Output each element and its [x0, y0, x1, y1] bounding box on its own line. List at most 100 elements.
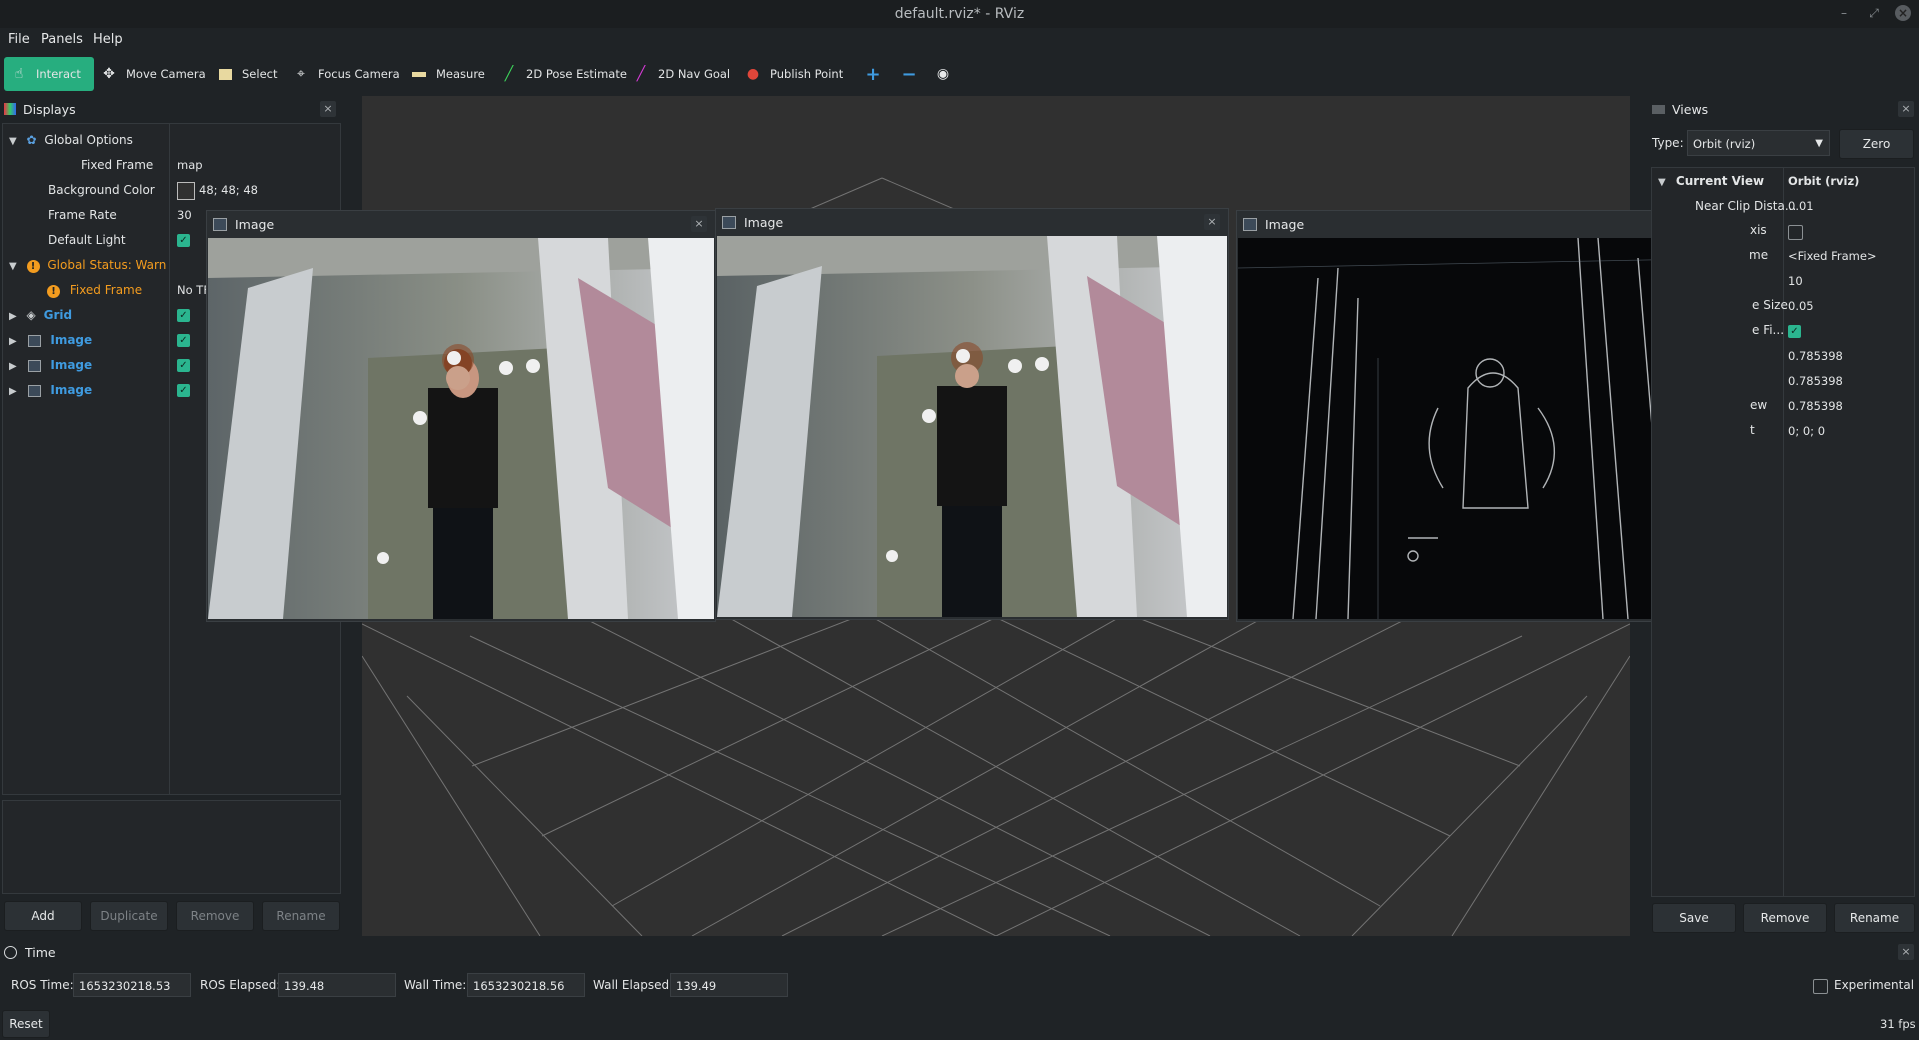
row-label: Grid — [43, 308, 73, 322]
close-image-window-icon[interactable]: × — [691, 216, 707, 232]
view-prop-label: Near Clip Dista... — [1695, 199, 1797, 213]
close-time-icon[interactable]: × — [1898, 944, 1914, 960]
experimental-label: Experimental — [1834, 978, 1915, 992]
experimental-checkbox[interactable] — [1813, 979, 1828, 994]
tool-2d-nav-goal[interactable]: ╱ 2D Nav Goal — [626, 57, 736, 91]
toggle-tools-button[interactable]: ◉ — [928, 57, 966, 91]
row-label: Global Options — [44, 133, 133, 147]
crosshair-icon: ⌖ — [297, 66, 305, 82]
remove-display-button[interactable]: Remove — [176, 901, 254, 931]
expand-icon[interactable]: ▼ — [9, 261, 17, 272]
expand-icon[interactable]: ▼ — [1658, 177, 1666, 188]
tree-row-image-3[interactable]: ▶ Image — [9, 378, 92, 403]
image-window-2[interactable]: Image × — [715, 208, 1229, 620]
minimize-icon[interactable]: – — [1836, 5, 1852, 21]
view-type-select[interactable]: Orbit (rviz) ▼ — [1687, 130, 1830, 156]
tool-focus-camera[interactable]: ⌖ Focus Camera — [286, 57, 406, 91]
close-window-icon[interactable]: × — [1895, 5, 1911, 21]
image-window-1[interactable]: Image × — [206, 210, 716, 622]
row-label: Image — [50, 358, 93, 372]
image-3-checkbox[interactable]: ✓ — [177, 384, 190, 397]
tool-label: Interact — [36, 67, 81, 81]
expand-icon[interactable]: ▶ — [9, 336, 17, 347]
tool-measure[interactable]: Measure — [404, 57, 491, 91]
tree-row-grid[interactable]: ▶ ◈ Grid — [9, 303, 72, 328]
wall-elapsed-field[interactable]: 139.49 — [670, 973, 788, 997]
close-image-window-icon[interactable]: × — [1204, 214, 1220, 230]
image-icon — [722, 215, 736, 229]
ros-elapsed-field[interactable]: 139.48 — [278, 973, 396, 997]
prop-fixed-frame-value[interactable]: map — [177, 153, 203, 178]
tool-move-camera[interactable]: ✥ Move Camera — [94, 57, 212, 91]
view-prop-value[interactable]: 0.785398 — [1788, 369, 1843, 394]
prop-default-light-label: Default Light — [48, 233, 126, 247]
duplicate-display-button[interactable]: Duplicate — [90, 901, 168, 931]
plus-icon: + — [865, 63, 881, 85]
add-tool-button[interactable]: + — [858, 57, 896, 91]
close-views-icon[interactable]: × — [1898, 101, 1914, 117]
displays-title: Displays — [23, 101, 76, 117]
prop-background-color-value[interactable]: 48; 48; 48 — [177, 178, 258, 203]
color-swatch[interactable] — [177, 181, 195, 200]
tool-publish-point[interactable]: ● Publish Point — [738, 57, 849, 91]
display-description-box — [2, 800, 341, 894]
tree-row-image-2[interactable]: ▶ Image — [9, 353, 92, 378]
view-prop-value[interactable]: 0.01 — [1788, 194, 1814, 219]
view-type-value: Orbit (rviz) — [1693, 137, 1756, 151]
add-display-button[interactable]: Add — [4, 901, 82, 931]
move-arrows-icon: ✥ — [103, 66, 115, 82]
view-prop-label-partial: t — [1750, 423, 1755, 437]
expand-icon[interactable]: ▶ — [9, 361, 17, 372]
menu-help[interactable]: Help — [93, 32, 123, 47]
remove-tool-button[interactable]: − — [894, 57, 932, 91]
image-1-checkbox[interactable]: ✓ — [177, 334, 190, 347]
close-displays-icon[interactable]: × — [320, 101, 336, 117]
tree-row-global-status[interactable]: ▼ ! Global Status: Warn — [9, 253, 166, 278]
tool-select[interactable]: Select — [210, 57, 283, 91]
view-prop-value[interactable]: 0.785398 — [1788, 394, 1843, 419]
image-2-checkbox[interactable]: ✓ — [177, 359, 190, 372]
expand-icon[interactable]: ▶ — [9, 386, 17, 397]
view-prop-value[interactable]: 0; 0; 0 — [1788, 419, 1825, 444]
tool-label: Move Camera — [126, 67, 206, 81]
ros-time-field[interactable]: 1653230218.53 — [73, 973, 191, 997]
view-prop-value[interactable]: 0.785398 — [1788, 344, 1843, 369]
view-prop-label-partial: me — [1749, 248, 1769, 262]
view-checkbox-unchecked[interactable] — [1788, 225, 1803, 240]
remove-view-button[interactable]: Remove — [1743, 903, 1827, 933]
view-checkbox-checked[interactable]: ✓ — [1788, 325, 1801, 338]
reset-button[interactable]: Reset — [2, 1010, 50, 1038]
views-tree[interactable]: ▼ Current View Orbit (rviz) Near Clip Di… — [1651, 167, 1915, 897]
menu-file[interactable]: File — [8, 32, 30, 47]
rename-display-button[interactable]: Rename — [262, 901, 340, 931]
displays-panel-header: Displays — [4, 97, 340, 121]
image-window-header[interactable]: Image — [207, 211, 715, 237]
row-label: Image — [50, 333, 93, 347]
current-view-row[interactable]: ▼ Current View — [1658, 169, 1764, 194]
tool-label: Publish Point — [770, 67, 844, 81]
maximize-icon[interactable]: ⤢ — [1866, 5, 1882, 21]
menu-panels[interactable]: Panels — [41, 32, 83, 47]
wall-time-field[interactable]: 1653230218.56 — [467, 973, 585, 997]
view-prop-value[interactable]: 10 — [1788, 269, 1803, 294]
expand-icon[interactable]: ▼ — [9, 136, 17, 147]
rename-view-button[interactable]: Rename — [1834, 903, 1915, 933]
tool-2d-pose-estimate[interactable]: ╱ 2D Pose Estimate — [494, 57, 633, 91]
prop-frame-rate-value[interactable]: 30 — [177, 203, 192, 228]
tree-row-image-1[interactable]: ▶ Image — [9, 328, 92, 353]
save-view-button[interactable]: Save — [1652, 903, 1736, 933]
warning-icon: ! — [47, 285, 60, 298]
prop-background-color-label: Background Color — [48, 183, 155, 197]
zero-button[interactable]: Zero — [1839, 129, 1914, 159]
view-prop-value[interactable]: <Fixed Frame> — [1788, 244, 1877, 269]
default-light-checkbox[interactable]: ✓ — [177, 234, 190, 247]
grid-checkbox[interactable]: ✓ — [177, 309, 190, 322]
view-prop-value[interactable]: 0.05 — [1788, 294, 1814, 319]
select-rect-icon — [214, 68, 236, 80]
image-window-title: Image — [744, 214, 784, 230]
view-prop-label-partial: xis — [1750, 223, 1767, 237]
tree-row-global-options[interactable]: ▼ ✿ Global Options — [9, 128, 133, 153]
expand-icon[interactable]: ▶ — [9, 311, 17, 322]
image-window-header[interactable]: Image — [716, 209, 1228, 235]
tool-interact[interactable]: ☝ Interact — [4, 57, 94, 91]
